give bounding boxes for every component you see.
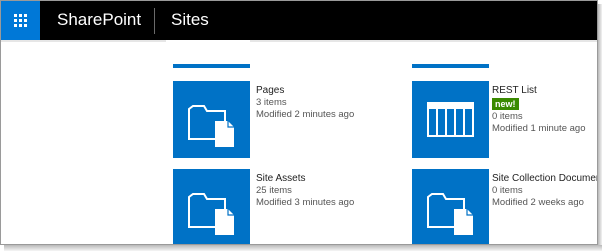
- tile-title[interactable]: REST List: [492, 84, 585, 97]
- waffle-icon: [14, 14, 27, 27]
- app-launcher-button[interactable]: [1, 1, 40, 40]
- list-icon: [427, 102, 474, 137]
- modified-time: Modified 2 minutes ago: [256, 109, 355, 120]
- tile-pages[interactable]: [173, 81, 250, 158]
- document-library-icon: [427, 193, 473, 235]
- header-rule: [1, 40, 166, 42]
- modified-time: Modified 3 minutes ago: [256, 197, 355, 208]
- tile-site-assets[interactable]: [173, 169, 250, 244]
- item-count: 25 items: [256, 185, 292, 196]
- tile-title[interactable]: Site Collection Documents: [492, 172, 597, 185]
- new-badge: new!: [492, 98, 519, 110]
- document-library-icon: [188, 105, 234, 147]
- modified-time: Modified 2 weeks ago: [492, 197, 584, 208]
- tile-pages-info: Pages 3 items Modified 2 minutes ago: [256, 84, 354, 121]
- tile-above-edge: [173, 64, 250, 68]
- sharepoint-brand-link[interactable]: SharePoint: [57, 10, 141, 30]
- header-rule: [250, 40, 597, 42]
- tile-rest-list[interactable]: [412, 81, 489, 158]
- document-library-icon: [188, 193, 234, 235]
- suite-bar: SharePoint Sites: [1, 1, 597, 40]
- tile-title[interactable]: Site Assets: [256, 172, 354, 185]
- tile-above-edge: [412, 64, 489, 68]
- frame-shadow: [4, 245, 602, 251]
- tile-title[interactable]: Pages: [256, 84, 354, 97]
- tile-site-assets-info: Site Assets 25 items Modified 3 minutes …: [256, 172, 354, 209]
- tile-site-collection-documents[interactable]: [412, 169, 489, 244]
- frame-shadow: [598, 4, 602, 251]
- sites-link[interactable]: Sites: [171, 10, 209, 30]
- item-count: 0 items: [492, 111, 523, 122]
- modified-time: Modified 1 minute ago: [492, 123, 586, 134]
- item-count: 3 items: [256, 97, 287, 108]
- tile-rest-list-info: REST List new! 0 items Modified 1 minute…: [492, 84, 585, 135]
- screenshot-frame: SharePoint Sites Pages 3 items Modified …: [0, 0, 598, 245]
- item-count: 0 items: [492, 185, 523, 196]
- suite-bar-divider: [154, 8, 155, 34]
- tile-site-collection-documents-info: Site Collection Documents 0 items Modifi…: [492, 172, 597, 209]
